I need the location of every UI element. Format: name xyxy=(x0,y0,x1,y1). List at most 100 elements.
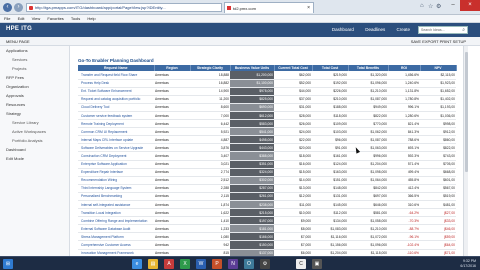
page-toolbar-left[interactable]: MENU PAGE xyxy=(6,37,30,46)
request-name-link[interactable]: Transition Local Integration xyxy=(78,208,154,218)
table-row[interactable]: Common CRM UI Replacement Americas 5,921 $5… xyxy=(78,127,456,137)
table-row[interactable]: Comprehensive Customer Access Americas 942… xyxy=(78,240,456,250)
table-row[interactable]: Third Internship Language System Americas… xyxy=(78,184,456,193)
table-cell: $1,320,000 xyxy=(348,71,388,80)
sidebar-item[interactable]: Portfolio Analysis xyxy=(0,136,69,145)
menu-tools[interactable]: Tools xyxy=(71,15,80,23)
app-icon[interactable]: ▣ xyxy=(312,259,322,269)
close-window-icon[interactable]: × xyxy=(460,0,480,11)
request-name-link[interactable]: Cloud Delivery Tool xyxy=(78,103,154,112)
vertical-scrollbar[interactable] xyxy=(463,46,468,256)
request-name-link[interactable]: Customer service feedback system xyxy=(78,111,154,121)
table-row[interactable]: Enterprise Software Application Americas 3… xyxy=(78,160,456,169)
menu-file[interactable]: File xyxy=(4,15,10,23)
table-row[interactable]: Internal self-integrated assistance Ameri… xyxy=(78,200,456,210)
request-name-link[interactable]: Process Help Desk xyxy=(78,79,154,88)
request-name-link[interactable]: Enterprise Software Application xyxy=(78,160,154,169)
table-row[interactable]: Expenditure Repair Interface Americas 2,77… xyxy=(78,168,456,177)
camtasia-icon[interactable]: C xyxy=(296,259,306,269)
search-icon[interactable]: ⌕ xyxy=(462,28,465,33)
table-row[interactable]: Transition Local Integration Americas 1,62… xyxy=(78,208,456,218)
home-icon[interactable]: ⌂ xyxy=(420,3,424,9)
request-name-link[interactable]: Construction CRM Deployment xyxy=(78,151,154,161)
request-name-link[interactable]: Combine Offering Range and Implementatio… xyxy=(78,216,154,226)
tab-close-icon[interactable]: × xyxy=(307,3,310,14)
request-name-link[interactable]: Recommendation Wiring xyxy=(78,176,154,185)
request-name-link[interactable]: Software Deliverables on Service Upgrade xyxy=(78,143,154,153)
excel-icon[interactable]: X xyxy=(180,259,190,269)
link-deadlines[interactable]: Deadlines xyxy=(365,27,385,32)
back-icon[interactable]: ‹ xyxy=(3,3,12,12)
table-row[interactable]: Personalized Benchmarking Americas 2,115 $2… xyxy=(78,192,456,202)
request-name-link[interactable]: Internal self-integrated assistance xyxy=(78,200,154,210)
table-row[interactable]: Construction CRM Deployment Americas 3,407… xyxy=(78,151,456,161)
sidebar-item[interactable]: RFP Fees xyxy=(0,73,69,82)
sidebar-item[interactable]: Services xyxy=(0,55,69,64)
request-name-link[interactable]: Internal Maps CRL Interface update xyxy=(78,135,154,145)
sidebar-item[interactable]: Organization xyxy=(0,82,69,91)
table-row[interactable]: Internal Maps CRL Interface update Americ… xyxy=(78,135,456,145)
table-row[interactable]: Cloud Delivery Tool Americas 8,600 $690,000… xyxy=(78,103,456,112)
sidebar-item[interactable]: Service Library xyxy=(0,118,69,127)
start-windows-icon[interactable]: ⊞ xyxy=(3,259,13,269)
request-name-link[interactable]: Ent. Ticket Software Enhancement xyxy=(78,87,154,96)
request-name-link[interactable]: Transfer and Request field Flow Share xyxy=(78,71,154,80)
minimize-icon[interactable]: – xyxy=(446,0,460,11)
sidebar-item[interactable]: Applications xyxy=(0,46,69,55)
forward-icon[interactable]: › xyxy=(14,3,23,12)
scrollbar-thumb[interactable] xyxy=(465,52,468,172)
request-name-link[interactable]: Comprehensive Customer Access xyxy=(78,240,154,250)
request-name-link[interactable]: Remote Training Deployment xyxy=(78,119,154,129)
table-row[interactable]: Ent. Ticket Software Enhancement Americas… xyxy=(78,87,456,96)
request-name-link[interactable]: External Software Database Audit xyxy=(78,224,154,234)
request-name-link[interactable]: Third Internship Language System xyxy=(78,184,154,193)
table-row[interactable]: Process Help Desk Americas 16,882 $1,100,00… xyxy=(78,79,456,88)
table-row[interactable]: Customer service feedback system Americas… xyxy=(78,111,456,121)
outlook-icon[interactable]: O xyxy=(244,259,254,269)
table-row[interactable]: Remote Training Deployment Americas 6,442 $… xyxy=(78,119,456,129)
request-name-link[interactable]: Request and catalog acquisition portfoli… xyxy=(78,95,154,104)
file-explorer-icon[interactable]: ▤ xyxy=(148,259,158,269)
address-bar[interactable]: http://tga.pmapps.com/ITG/dashboard/app/… xyxy=(26,3,222,12)
sidebar-item[interactable]: Dashboard xyxy=(0,145,69,154)
menu-favorites[interactable]: Favorites xyxy=(47,15,63,23)
table-row[interactable]: Transfer and Request field Flow Share Ame… xyxy=(78,71,456,80)
settings-gear-icon[interactable]: ⚙ xyxy=(436,3,441,10)
table-row[interactable]: Request and catalog acquisition portfoli… xyxy=(78,95,456,104)
app-logo[interactable]: HPE ITG xyxy=(6,26,32,32)
menu-edit[interactable]: Edit xyxy=(18,15,25,23)
acrobat-icon[interactable]: A xyxy=(164,259,174,269)
sidebar-item[interactable]: Approvals xyxy=(0,91,69,100)
powerpoint-icon[interactable]: P xyxy=(212,259,222,269)
ie-browser-icon[interactable]: e xyxy=(132,259,142,269)
table-row[interactable]: Stress Management Platform Americas 1,080 $… xyxy=(78,232,456,242)
settings-app-icon[interactable]: ⚙ xyxy=(260,259,270,269)
table-row[interactable]: External Software Database Audit Americas… xyxy=(78,224,456,234)
table-row[interactable]: Innovation Management Framework Americas 8… xyxy=(78,249,456,256)
table-row[interactable]: Recommendation Wiring Americas 2,512 $302,0… xyxy=(78,176,456,185)
request-name-link[interactable]: Personalized Benchmarking xyxy=(78,192,154,202)
sidebar-item[interactable]: Active Workspaces xyxy=(0,127,69,136)
browser-tab[interactable]: td2.pmx.com × xyxy=(224,2,314,13)
request-name-link[interactable]: Expenditure Repair Interface xyxy=(78,168,154,177)
sidebar-item[interactable]: Edit Mode xyxy=(0,154,69,163)
sidebar-item[interactable]: Strategy xyxy=(0,109,69,118)
table-row[interactable]: Software Deliverables on Service Upgrade… xyxy=(78,143,456,153)
onenote-icon[interactable]: N xyxy=(228,259,238,269)
table-cell: $1,200,000 xyxy=(230,71,274,80)
table-row[interactable]: Combine Offering Range and Implementatio… xyxy=(78,216,456,226)
favorites-star-icon[interactable]: ☆ xyxy=(428,3,433,10)
request-name-link[interactable]: Common CRM UI Replacement xyxy=(78,127,154,137)
link-create[interactable]: Create xyxy=(396,27,410,32)
menu-view[interactable]: View xyxy=(32,15,41,23)
sidebar-item[interactable]: Projects xyxy=(0,64,69,73)
app-search-input[interactable]: Search Ideas... ⌕ xyxy=(418,26,468,34)
menu-help[interactable]: Help xyxy=(87,15,95,23)
system-clock[interactable]: 9:32 PM 6/17/2016 xyxy=(460,259,476,269)
word-icon[interactable]: W xyxy=(196,259,206,269)
page-toolbar-right[interactable]: SAVE EXPORT PRINT SETUP xyxy=(411,37,466,46)
request-name-link[interactable]: Stress Management Platform xyxy=(78,232,154,242)
sidebar-item[interactable]: Resources xyxy=(0,100,69,109)
request-name-link[interactable]: Innovation Management Framework xyxy=(78,249,154,256)
link-dashboard[interactable]: Dashboard xyxy=(332,27,354,32)
